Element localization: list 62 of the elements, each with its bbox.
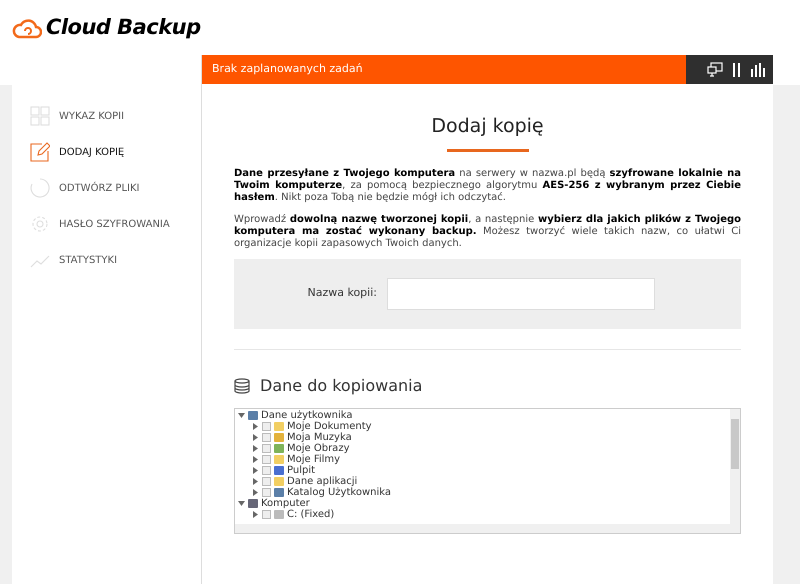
checkbox[interactable]	[262, 432, 271, 442]
checkbox[interactable]	[262, 422, 271, 430]
tree-item[interactable]: Moje Filmy	[252, 454, 340, 464]
sidebar-item[interactable]: ODTWÓRZ PLIKI	[30, 177, 201, 199]
database-icon	[234, 378, 250, 394]
checkbox[interactable]	[262, 488, 271, 496]
tree-item[interactable]: Dane aplikacji	[252, 476, 358, 486]
description-paragraph: Wprowadź dowolną nazwę tworzonej kopii, a następnie wybierz dla jakich plików z Twojego komputera ma zostać wykonany backup. Możesz tworzyć wiele takich nazw, co ułatwi Ci organizacje kopii zapasowych Twoich danych.	[234, 214, 741, 250]
cloud-logo-icon	[12, 16, 42, 38]
tree-item[interactable]: Moje Obrazy	[252, 442, 350, 454]
section-title: Dane do kopiowania	[260, 374, 422, 396]
computer-icon	[248, 498, 258, 508]
grid-icon	[30, 106, 50, 126]
folder-icon	[274, 476, 284, 486]
caret-right-icon[interactable]	[252, 444, 259, 452]
folder-icon	[274, 454, 284, 464]
caret-down-icon[interactable]	[238, 500, 245, 506]
bar-chart-icon[interactable]	[751, 62, 765, 76]
music-icon	[274, 432, 284, 442]
sidebar-item[interactable]: WYKAZ KOPII	[30, 105, 201, 127]
drive-icon	[274, 510, 284, 518]
checkbox[interactable]	[262, 476, 271, 486]
tree-item[interactable]: Dane użytkownika	[238, 410, 353, 420]
caret-right-icon[interactable]	[252, 434, 259, 440]
page-title: Dodaj kopię	[431, 114, 544, 139]
caret-right-icon[interactable]	[252, 466, 259, 474]
computer-icon[interactable]	[707, 62, 723, 78]
horizontal-scrollbar[interactable]	[235, 524, 740, 532]
caret-right-icon[interactable]	[252, 510, 259, 518]
folder-icon	[274, 422, 284, 430]
caret-right-icon[interactable]	[252, 488, 259, 496]
gear-icon	[30, 214, 50, 234]
status-text: Brak zaplanowanych zadań	[212, 61, 363, 78]
checkbox[interactable]	[262, 454, 271, 464]
pause-icon[interactable]	[733, 62, 741, 76]
tree-item[interactable]: Komputer	[238, 498, 310, 508]
desktop-icon	[274, 466, 284, 474]
caret-right-icon[interactable]	[252, 422, 259, 430]
checkbox[interactable]	[262, 444, 271, 452]
field-label: Nazwa kopii:	[306, 285, 377, 302]
tree-item[interactable]: Moje Dokumenty	[252, 420, 372, 432]
caret-down-icon[interactable]	[238, 412, 245, 418]
tree-item[interactable]: C: (Fixed)	[252, 508, 334, 520]
sidebar-item[interactable]: STATYSTYKI	[30, 249, 201, 271]
vertical-scrollbar[interactable]	[730, 408, 740, 524]
description-paragraph: Dane przesyłane z Twojego komputera na serwery w nazwa.pl będą szyfrowane lokalnie na Twoim komputerze, za pomocą bezpiecznego algorytmu AES-256 z wybranym przez Ciebie hasłem. Nikt poza Tobą nie będzie mógł ich odczytać.	[234, 168, 741, 204]
checkbox[interactable]	[262, 510, 271, 518]
tree-item[interactable]: Katalog Użytkownika	[252, 486, 391, 498]
edit-icon	[30, 142, 50, 162]
checkbox[interactable]	[262, 466, 271, 474]
tree-item[interactable]: Pulpit	[252, 464, 316, 476]
image-icon	[274, 444, 284, 452]
tree-item[interactable]: Moja Muzyka	[252, 432, 352, 442]
sidebar-item[interactable]: HASŁO SZYFROWANIA	[30, 213, 201, 235]
logo-text: Cloud Backup	[46, 14, 201, 41]
restore-icon	[30, 178, 50, 198]
caret-right-icon[interactable]	[252, 456, 259, 462]
sidebar-item[interactable]: DODAJ KOPIĘ	[30, 141, 201, 163]
user-icon	[248, 410, 258, 420]
name-input-field[interactable]	[387, 278, 655, 310]
caret-right-icon[interactable]	[252, 478, 259, 484]
user-icon	[274, 488, 284, 496]
